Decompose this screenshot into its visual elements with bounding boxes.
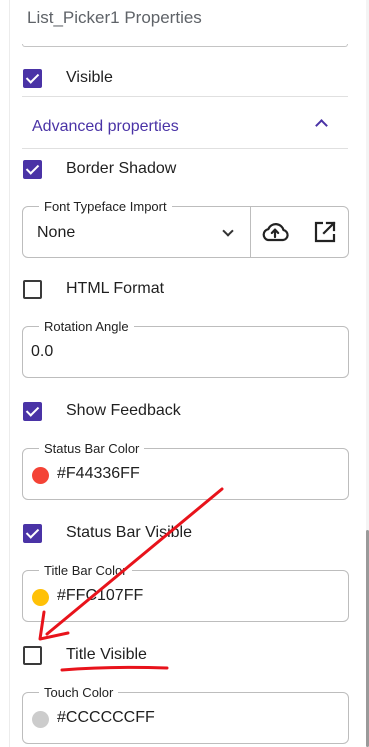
chevron-down-icon[interactable] xyxy=(222,225,234,237)
color-swatch[interactable] xyxy=(32,589,49,606)
rotation-angle-input[interactable]: 0.0 xyxy=(31,343,53,361)
status-bar-color-legend: Status Bar Color xyxy=(39,441,145,456)
title-divider xyxy=(22,44,348,47)
touch-color-field[interactable]: Touch Color #CCCCCCFF xyxy=(22,685,349,744)
title-visible-label: Title Visible xyxy=(66,646,147,663)
touch-color-legend: Touch Color xyxy=(39,685,119,700)
status-bar-color-value: #F44336FF xyxy=(57,465,140,482)
border-shadow-checkbox[interactable] xyxy=(23,160,42,179)
rotation-angle-legend: Rotation Angle xyxy=(39,319,134,334)
annotation-underline xyxy=(60,665,169,672)
visible-label: Visible xyxy=(66,69,113,86)
status-bar-visible-label: Status Bar Visible xyxy=(66,524,192,541)
panel-left-border xyxy=(9,0,10,747)
font-typeface-import-field: Font Typeface Import None xyxy=(22,199,349,258)
border-shadow-label: Border Shadow xyxy=(66,160,177,177)
status-bar-color-field[interactable]: Status Bar Color #F44336FF xyxy=(22,441,349,500)
title-bar-color-legend: Title Bar Color xyxy=(39,563,132,578)
html-format-label: HTML Format xyxy=(66,280,165,297)
title-visible-checkbox[interactable] xyxy=(23,646,42,665)
divider xyxy=(22,96,348,97)
color-swatch[interactable] xyxy=(32,711,49,728)
show-feedback-checkbox[interactable] xyxy=(23,402,42,421)
status-bar-visible-checkbox[interactable] xyxy=(23,524,42,543)
field-divider xyxy=(250,207,251,257)
html-format-checkbox[interactable] xyxy=(23,280,42,299)
title-bar-color-field[interactable]: Title Bar Color #FFC107FF xyxy=(22,563,349,622)
touch-color-value: #CCCCCCFF xyxy=(57,709,155,726)
chevron-up-icon[interactable] xyxy=(315,119,328,132)
rotation-angle-field: Rotation Angle 0.0 xyxy=(22,319,349,378)
divider xyxy=(22,148,348,149)
title-bar-color-value: #FFC107FF xyxy=(57,587,144,604)
font-typeface-legend: Font Typeface Import xyxy=(39,199,172,214)
show-feedback-label: Show Feedback xyxy=(66,402,181,419)
font-typeface-select[interactable]: None xyxy=(37,224,75,242)
cloud-upload-icon[interactable] xyxy=(260,218,290,246)
panel-title: List_Picker1 Properties xyxy=(27,8,202,27)
open-external-icon[interactable] xyxy=(310,218,340,246)
color-swatch[interactable] xyxy=(32,467,49,484)
visible-checkbox[interactable] xyxy=(23,69,42,88)
properties-panel: List_Picker1 Properties Visible Advanced… xyxy=(0,0,369,747)
advanced-properties-header[interactable]: Advanced properties xyxy=(32,118,179,136)
